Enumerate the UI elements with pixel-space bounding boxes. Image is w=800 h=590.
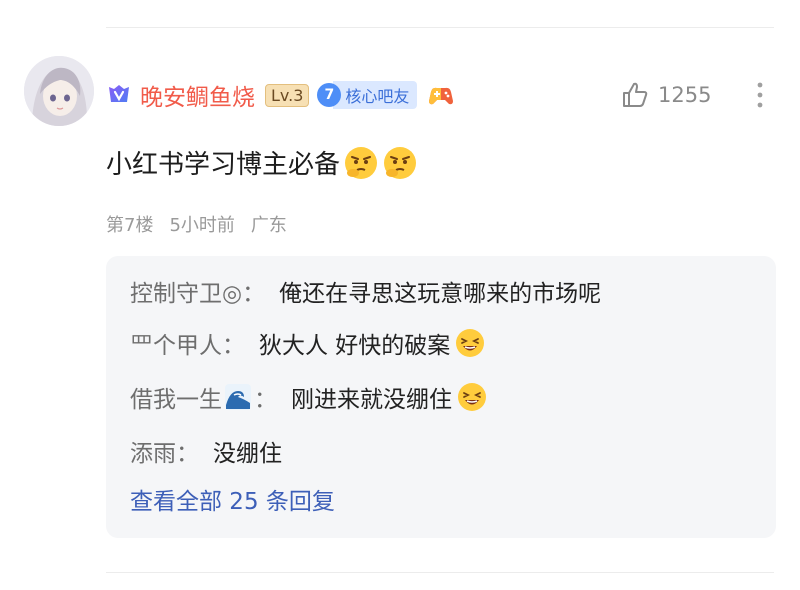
reply-separator: ：	[176, 441, 199, 467]
reply-text: 刚进来就没绷住	[291, 387, 452, 413]
laughing-face-emoji	[458, 383, 486, 411]
thinking-face-emoji	[345, 146, 378, 179]
bottom-divider	[106, 572, 774, 573]
level-badge: Lv.3	[265, 83, 310, 107]
like-count: 1255	[658, 83, 712, 107]
thumbs-up-icon	[623, 82, 648, 107]
more-options-button[interactable]	[748, 78, 772, 112]
user-avatar[interactable]	[24, 56, 94, 126]
thinking-face-emoji	[384, 146, 417, 179]
game-controller-icon	[429, 87, 454, 105]
reply-item[interactable]: 借我一生 ： 刚进来就没绷住	[130, 380, 488, 414]
vip-crown-icon	[109, 85, 129, 102]
replies-panel: 控制守卫◎ ： 俺还在寻思这玩意哪来的市场呢 罒个甲人 ： 狄大人 好快的破案 …	[106, 256, 776, 538]
reply-separator: ：	[242, 281, 266, 307]
reply-separator: ：	[254, 387, 277, 413]
reply-item[interactable]: 添雨 ： 没绷住	[130, 434, 282, 468]
comment-content: 小红书学习博主必备	[106, 144, 418, 181]
comment-header: 晚安鲷鱼烧 Lv.3 7 核心吧友	[106, 77, 455, 113]
wave-emoji	[225, 384, 251, 410]
floor-number: 第7楼	[106, 215, 154, 236]
member-badge: 7 核心吧友	[317, 81, 418, 109]
reply-text: 狄大人 好快的破案	[259, 333, 451, 359]
comment-meta: 第7楼 5小时前 广东	[106, 211, 287, 237]
reply-item[interactable]: 罒个甲人 ： 狄大人 好快的破案	[130, 326, 486, 360]
laughing-face-emoji	[456, 329, 485, 357]
reply-text: 俺还在寻思这玩意哪来的市场呢	[279, 281, 602, 307]
post-location: 广东	[250, 215, 287, 236]
reply-author[interactable]: 借我一生	[130, 380, 222, 414]
reply-item[interactable]: 控制守卫◎ ： 俺还在寻思这玩意哪来的市场呢	[130, 274, 601, 308]
view-all-replies-link[interactable]: 查看全部 25 条回复	[130, 482, 335, 516]
like-button[interactable]: 1255	[620, 78, 711, 112]
reply-author[interactable]: 罒个甲人	[130, 326, 222, 360]
reply-author[interactable]: 添雨	[130, 434, 176, 468]
comment-text: 小红书学习博主必备	[106, 150, 341, 180]
top-divider	[106, 27, 774, 28]
reply-author[interactable]: 控制守卫◎	[130, 274, 242, 308]
post-time: 5小时前	[169, 215, 235, 236]
more-vertical-icon	[757, 82, 763, 108]
member-title: 核心吧友	[333, 81, 418, 109]
username[interactable]: 晚安鲷鱼烧	[140, 78, 255, 112]
reply-text: 没绷住	[213, 441, 282, 467]
reply-separator: ：	[222, 333, 245, 359]
